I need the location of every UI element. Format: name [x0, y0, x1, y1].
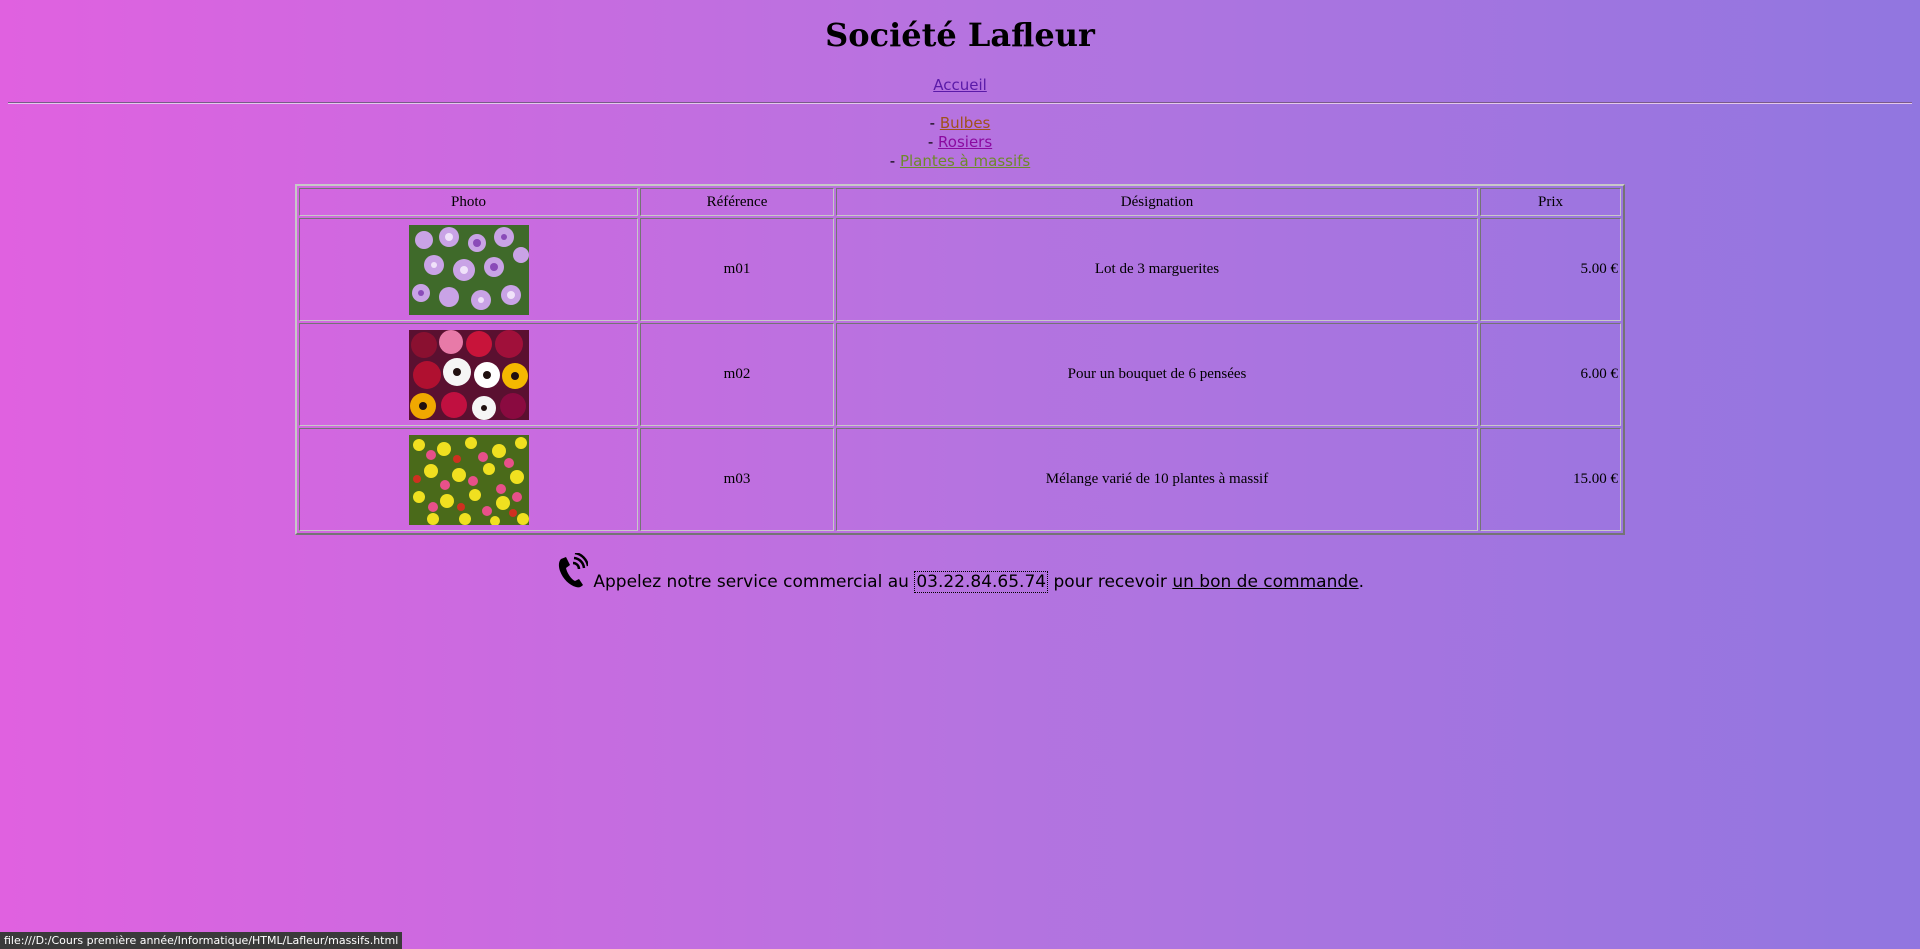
- contact-text-after: .: [1358, 572, 1365, 592]
- table-row: m01 Lot de 3 marguerites 5.00 €: [299, 218, 1621, 321]
- plantes-massif-photo: [408, 434, 529, 525]
- photo-cell: [299, 428, 638, 531]
- reference-cell: m01: [640, 218, 834, 321]
- reference-cell: m03: [640, 428, 834, 531]
- phone-icon: [558, 553, 588, 588]
- products-table: Photo Référence Désignation Prix m01 Lot…: [295, 184, 1625, 535]
- header-photo: Photo: [299, 188, 638, 216]
- home-link[interactable]: Accueil: [933, 76, 987, 94]
- category-bullet: -: [929, 114, 940, 132]
- plantes-massifs-link[interactable]: Plantes à massifs: [900, 152, 1030, 170]
- category-bullet: -: [927, 133, 939, 151]
- table-header-row: Photo Référence Désignation Prix: [299, 188, 1621, 216]
- designation-cell: Pour un bouquet de 6 pensées: [836, 323, 1478, 426]
- rosiers-link[interactable]: Rosiers: [938, 133, 992, 151]
- category-bullet: -: [889, 152, 900, 170]
- status-bar-url: file:///D:/Cours première année/Informat…: [0, 932, 403, 949]
- top-nav: Accueil: [0, 76, 1920, 94]
- bulbes-link[interactable]: Bulbes: [940, 114, 991, 132]
- contact-text-middle: pour recevoir: [1048, 572, 1173, 592]
- contact-line: Appelez notre service commercial au 03.2…: [0, 553, 1920, 593]
- category-item-rosiers: - Rosiers: [0, 133, 1920, 152]
- table-row: m03 Mélange varié de 10 plantes à massif…: [299, 428, 1621, 531]
- divider: [8, 102, 1912, 104]
- category-menu: - Bulbes - Rosiers - Plantes à massifs: [0, 114, 1920, 171]
- page-title: Société Lafleur: [825, 16, 1095, 54]
- table-row: m02 Pour un bouquet de 6 pensées 6.00 €: [299, 323, 1621, 426]
- pensees-photo: [408, 329, 529, 420]
- header-price: Prix: [1480, 188, 1621, 216]
- marguerites-photo: [408, 224, 529, 315]
- contact-text-before: Appelez notre service commercial au: [593, 572, 915, 592]
- header-reference: Référence: [640, 188, 834, 216]
- photo-cell: [299, 218, 638, 321]
- order-form-link[interactable]: un bon de commande: [1172, 572, 1358, 592]
- reference-cell: m02: [640, 323, 834, 426]
- category-item-plantes: - Plantes à massifs: [0, 152, 1920, 171]
- price-cell: 15.00 €: [1480, 428, 1621, 531]
- phone-number[interactable]: 03.22.84.65.74: [914, 571, 1049, 593]
- designation-cell: Lot de 3 marguerites: [836, 218, 1478, 321]
- designation-cell: Mélange varié de 10 plantes à massif: [836, 428, 1478, 531]
- price-cell: 6.00 €: [1480, 323, 1621, 426]
- header-designation: Désignation: [836, 188, 1478, 216]
- category-item-bulbes: - Bulbes: [0, 114, 1920, 133]
- price-cell: 5.00 €: [1480, 218, 1621, 321]
- photo-cell: [299, 323, 638, 426]
